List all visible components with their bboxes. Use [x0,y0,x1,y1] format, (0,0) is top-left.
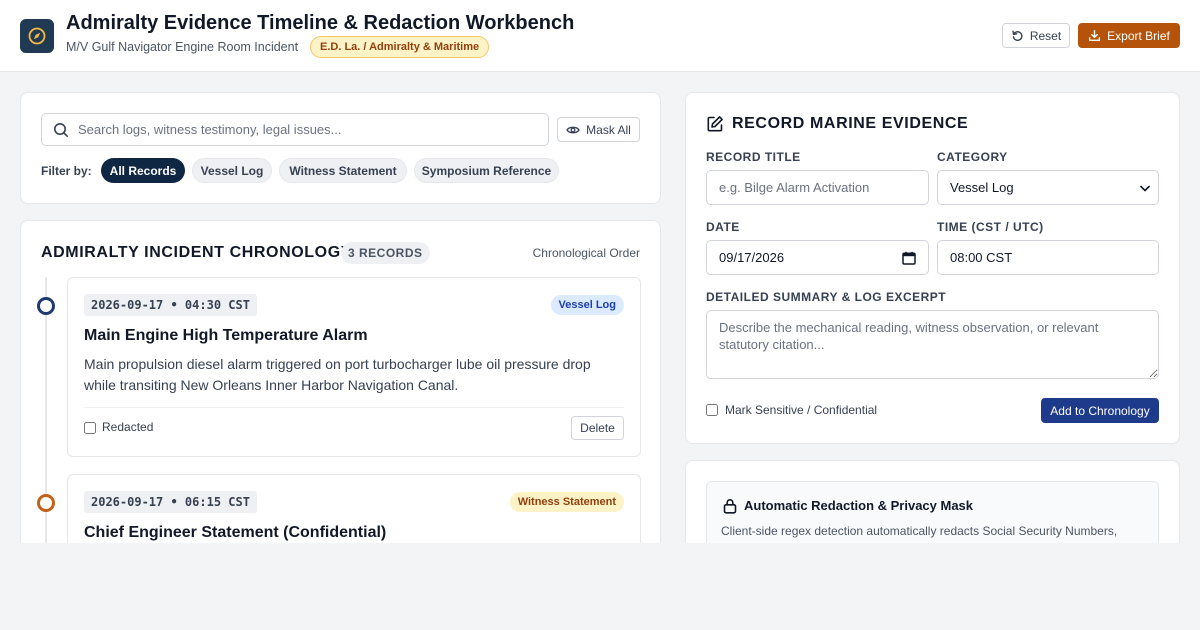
form-title: RECORD MARINE EVIDENCE [732,115,969,132]
time-value: 08:00 CST [950,250,1013,265]
record-evidence-form: RECORD MARINE EVIDENCE RECORD TITLE CATE… [685,92,1180,444]
filter-chip-vessel-log[interactable]: Vessel Log [192,158,272,183]
sensitive-label: Mark Sensitive / Confidential [725,403,878,417]
delete-button[interactable]: Delete [571,416,624,440]
chronology-title: ADMIRALTY INCIDENT CHRONOLOGY [41,244,353,261]
search-filter-panel: Mask All Filter by: All Records Vessel L… [20,92,661,204]
reset-button[interactable]: Reset [1002,23,1070,48]
filter-chip-all-records[interactable]: All Records [101,158,185,183]
add-to-chronology-button[interactable]: Add to Chronology [1041,398,1159,423]
redaction-description: Client-side regex detection automaticall… [721,524,1126,543]
sort-order-label: Chronological Order [532,246,640,260]
eye-icon [566,126,580,133]
calendar-icon[interactable] [902,251,916,265]
entry-title: Chief Engineer Statement (Confidential) [84,524,387,541]
court-badge: E.D. La. / Admiralty & Maritime [310,36,490,58]
mask-all-button[interactable]: Mask All [557,117,640,142]
time-label: TIME (CST / UTC) [937,220,1044,234]
redacted-checkbox[interactable] [84,422,96,434]
entry-timestamp: 2026-09-17 • 06:15 CST [84,491,257,513]
entry-divider [84,407,624,408]
entry-title: Main Engine High Temperature Alarm [84,327,368,344]
reset-label: Reset [1029,28,1062,43]
export-label: Export Brief [1107,28,1170,43]
redacted-label: Redacted [102,420,154,434]
entry-timestamp: 2026-09-17 • 04:30 CST [84,294,257,316]
download-icon [1089,29,1101,42]
date-value: 09/17/2026 [719,250,785,265]
search-icon [53,122,69,143]
search-box [41,113,549,146]
app-header: Admiralty Evidence Timeline & Redaction … [0,0,1200,72]
category-label: CATEGORY [937,150,1008,164]
category-badge: Witness Statement [509,492,624,512]
category-badge: Vessel Log [550,295,624,315]
redaction-title: Automatic Redaction & Privacy Mask [744,498,974,513]
timeline-dot-vessel [37,297,55,315]
record-title-label: RECORD TITLE [706,150,801,164]
lock-icon [723,498,737,519]
compass-icon [20,19,54,53]
mask-all-label: Mask All [586,122,631,137]
incident-subtitle: M/V Gulf Navigator Engine Room Incident [66,40,299,54]
time-input[interactable]: 08:00 CST [937,240,1159,275]
rotate-ccw-icon [1012,30,1023,41]
category-select-value: Vessel Log [950,180,1014,195]
entry-summary: Main propulsion diesel alarm triggered o… [84,356,591,393]
records-count-badge: 3 RECORDS [341,242,430,264]
filter-chip-symposium-reference[interactable]: Symposium Reference [414,158,559,183]
redaction-info-panel: Automatic Redaction & Privacy Mask Clien… [685,460,1180,543]
main-content: Mask All Filter by: All Records Vessel L… [0,73,1200,543]
redaction-notice: Automatic Redaction & Privacy Mask Clien… [706,481,1159,543]
date-input[interactable]: 09/17/2026 [706,240,929,275]
filter-label: Filter by: [41,164,92,178]
filter-chip-witness-statement[interactable]: Witness Statement [279,158,407,183]
timeline-entry: 2026-09-17 • 04:30 CST Vessel Log Main E… [67,277,641,457]
app-title: Admiralty Evidence Timeline & Redaction … [66,12,575,34]
chronology-panel: ADMIRALTY INCIDENT CHRONOLOGY 3 RECORDS … [20,220,661,543]
edit-icon [706,115,724,138]
summary-label: DETAILED SUMMARY & LOG EXCERPT [706,290,947,304]
date-label: DATE [706,220,740,234]
summary-textarea[interactable] [706,310,1159,379]
category-select[interactable]: Vessel Log [937,170,1159,205]
timeline-dot-witness [37,494,55,512]
timeline-entry: 2026-09-17 • 06:15 CST Witness Statement… [67,474,641,543]
chevron-down-icon [1140,185,1150,192]
export-brief-button[interactable]: Export Brief [1078,23,1180,48]
record-title-input[interactable] [706,170,929,205]
sensitive-checkbox[interactable] [706,404,718,416]
search-input[interactable] [78,114,538,145]
